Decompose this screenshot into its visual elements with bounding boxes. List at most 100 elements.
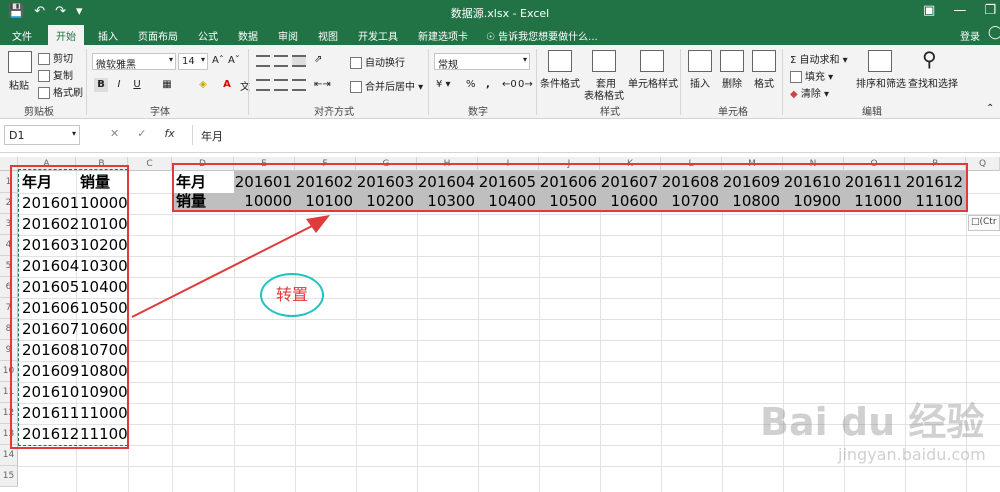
format-as-table-line2[interactable]: 表格格式 [584, 87, 624, 102]
font-color-button[interactable]: A [220, 78, 234, 92]
tab-file[interactable]: 文件 [12, 28, 32, 43]
ribbon-tabs: 文件 开始 插入 页面布局 公式 数据 审阅 视图 开发工具 新建选项卡 ☉ 告… [0, 25, 1000, 45]
number-format-select[interactable]: 常规 ▾ [434, 53, 530, 70]
cancel-icon[interactable]: ✕ [110, 127, 119, 140]
cut-button[interactable]: 剪切 [38, 50, 73, 65]
merge-center-button[interactable]: 合并后居中 ▾ [350, 78, 423, 93]
grow-font-icon[interactable]: Aˆ [212, 55, 224, 66]
decrease-decimal-icon[interactable]: 0→ [518, 79, 533, 90]
enter-icon[interactable]: ✓ [137, 127, 146, 140]
group-separator [536, 49, 537, 115]
align-middle-icon[interactable] [274, 55, 288, 67]
sort-filter-button[interactable]: 排序和筛选 [856, 75, 906, 90]
paste-button[interactable]: 粘贴 [9, 77, 29, 92]
sigma-icon: Σ [790, 55, 800, 66]
conditional-format-button[interactable]: 条件格式 [540, 75, 580, 90]
group-separator [86, 49, 87, 115]
underline-button[interactable]: U [130, 78, 144, 92]
share-icon[interactable]: ◯ [988, 25, 1000, 40]
percent-button[interactable]: % [466, 79, 476, 90]
scissors-icon [38, 53, 50, 65]
brush-icon [38, 87, 50, 99]
number-group-label: 数字 [468, 107, 488, 118]
copy-button[interactable]: 复制 [38, 67, 73, 82]
clear-button[interactable]: ◆ 清除 ▾ [790, 85, 829, 100]
collapse-ribbon-icon[interactable]: ⌃ [986, 103, 994, 114]
italic-button[interactable]: I [112, 78, 126, 92]
clipboard-group-label: 剪贴板 [24, 107, 54, 118]
increase-decimal-icon[interactable]: ←0 [502, 79, 517, 90]
sign-in-link[interactable]: 登录 [960, 28, 980, 43]
tab-view[interactable]: 视图 [318, 28, 338, 43]
paste-icon[interactable] [8, 51, 32, 73]
name-box[interactable]: D1 ▾ [4, 125, 80, 145]
indent-icon[interactable]: ⇤⇥ [314, 79, 331, 90]
magnifier-icon[interactable]: ⚲ [922, 47, 937, 71]
sort-filter-icon[interactable] [868, 50, 892, 72]
orientation-icon[interactable]: ⇗ [314, 54, 322, 65]
fill-down-icon [790, 71, 802, 83]
currency-icon[interactable]: ¥ ▾ [436, 79, 451, 90]
font-name-select[interactable]: 微软雅黑 ▾ [92, 53, 176, 70]
title-bar: 💾 ↶ ↷ ▾ 数据源.xlsx - Excel ▣ — ❐ [0, 0, 1000, 25]
tab-developer[interactable]: 开发工具 [358, 28, 398, 43]
shrink-font-icon[interactable]: Aˇ [228, 55, 240, 66]
insert-function-button[interactable]: fx [164, 127, 174, 140]
formula-input[interactable]: 年月 [192, 125, 996, 145]
tell-me-search[interactable]: ☉ 告诉我您想要做什么... [486, 28, 598, 43]
wrap-text-icon [350, 57, 362, 69]
insert-cells-button[interactable]: 插入 [690, 75, 710, 90]
tab-new[interactable]: 新建选项卡 [418, 28, 468, 43]
transpose-annotation: 转置 [260, 273, 324, 317]
ribbon-display-icon[interactable]: ▣ [923, 3, 935, 18]
tab-insert[interactable]: 插入 [98, 28, 118, 43]
arrow-head [306, 215, 330, 233]
tab-home[interactable]: 开始 [48, 25, 84, 45]
tab-review[interactable]: 审阅 [278, 28, 298, 43]
conditional-format-icon[interactable] [548, 50, 572, 72]
align-right-icon[interactable] [292, 79, 306, 91]
watermark-url: jingyan.baidu.com [838, 445, 986, 464]
chevron-down-icon: ▾ [71, 129, 76, 138]
bold-button[interactable]: B [94, 78, 108, 92]
wrap-text-button[interactable]: 自动换行 [350, 54, 405, 69]
minimize-icon[interactable]: — [953, 3, 966, 18]
copy-icon [38, 70, 50, 82]
chevron-down-icon: ▾ [168, 55, 173, 64]
font-group-label: 字体 [150, 107, 170, 118]
cell-styles-button[interactable]: 单元格样式 [628, 75, 678, 90]
align-top-icon[interactable] [256, 55, 270, 67]
delete-cells-icon[interactable] [720, 50, 744, 72]
borders-icon[interactable]: ▦ [160, 78, 174, 92]
format-cells-button[interactable]: 格式 [754, 75, 774, 90]
align-center-icon[interactable] [274, 79, 288, 91]
fill-button[interactable]: 填充 ▾ [790, 68, 833, 83]
font-size-select[interactable]: 14 ▾ [178, 53, 208, 70]
alignment-group-label: 对齐方式 [314, 107, 354, 118]
insert-cells-icon[interactable] [688, 50, 712, 72]
autosum-button[interactable]: Σ 自动求和 ▾ [790, 51, 848, 66]
worksheet-grid[interactable]: A B C D E F G H I J K L M N O P Q 1 2 3 … [0, 153, 1000, 492]
format-painter-button[interactable]: 格式刷 [38, 84, 83, 99]
comma-button[interactable]: , [486, 79, 490, 90]
delete-cells-button[interactable]: 删除 [722, 75, 742, 90]
cell-styles-icon[interactable] [640, 50, 664, 72]
lightbulb-icon: ☉ [486, 32, 499, 43]
styles-group-label: 样式 [600, 107, 620, 118]
formula-bar: D1 ▾ ✕ ✓ fx 年月 [0, 119, 1000, 153]
group-separator [680, 49, 681, 115]
format-cells-icon[interactable] [752, 50, 776, 72]
fill-color-icon[interactable]: ◈ [196, 78, 210, 92]
align-bottom-icon[interactable] [292, 55, 306, 67]
tab-page-layout[interactable]: 页面布局 [138, 28, 178, 43]
window-title: 数据源.xlsx - Excel [450, 7, 550, 20]
chevron-down-icon: ▾ [522, 55, 527, 64]
format-as-table-icon[interactable] [592, 50, 616, 72]
tab-formulas[interactable]: 公式 [198, 28, 218, 43]
find-select-button[interactable]: 查找和选择 [908, 75, 958, 90]
align-left-icon[interactable] [256, 79, 270, 91]
eraser-icon: ◆ [790, 89, 801, 100]
group-separator [248, 49, 249, 115]
restore-icon[interactable]: ❐ [984, 3, 996, 18]
tab-data[interactable]: 数据 [238, 28, 258, 43]
